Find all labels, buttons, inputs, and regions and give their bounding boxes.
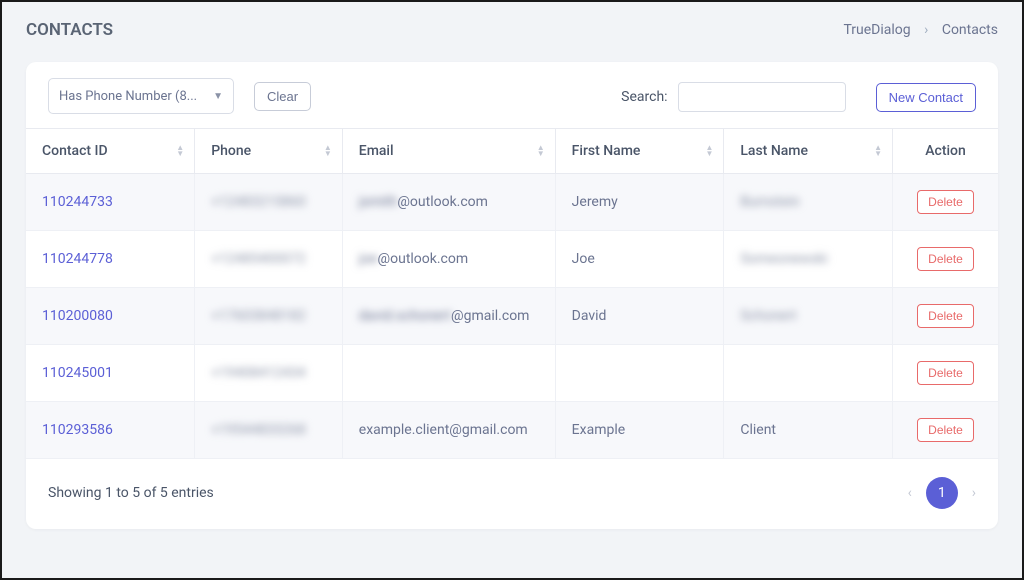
delete-button[interactable]: Delete	[917, 361, 974, 385]
cell-phone: +19544833268	[195, 402, 343, 459]
cell-first-name: Example	[555, 402, 724, 459]
clear-button[interactable]: Clear	[254, 82, 311, 111]
contact-id-link[interactable]: 110245001	[42, 365, 113, 381]
table-row: 110293586 +19544833268example.client@gmai…	[26, 402, 998, 459]
contacts-table: Contact ID ▲▼ Phone ▲▼ Email ▲▼ First Na…	[26, 128, 998, 459]
breadcrumb-root[interactable]: TrueDialog	[843, 22, 910, 38]
contacts-card: Search: New Contact Has Phone Number (8.…	[26, 62, 998, 529]
search-label: Search:	[621, 89, 667, 105]
search-input[interactable]	[678, 82, 846, 112]
contact-id-link[interactable]: 110244778	[42, 251, 113, 267]
th-phone[interactable]: Phone ▲▼	[195, 129, 343, 174]
cell-last-name: Client	[724, 402, 893, 459]
cell-phone: +12485400072	[195, 231, 343, 288]
contact-id-link[interactable]: 110293586	[42, 422, 113, 438]
new-contact-button[interactable]: New Contact	[876, 83, 976, 112]
pagination-next[interactable]: ›	[972, 485, 976, 501]
entries-info: Showing 1 to 5 of 5 entries	[48, 485, 214, 501]
sort-icon: ▲▼	[324, 145, 332, 157]
sort-icon: ▲▼	[176, 145, 184, 157]
cell-first-name	[555, 345, 724, 402]
contact-id-link[interactable]: 110200080	[42, 308, 113, 324]
filter-dropdown[interactable]: Has Phone Number (8... ▼	[48, 78, 234, 114]
th-first-name[interactable]: First Name ▲▼	[555, 129, 724, 174]
chevron-down-icon: ▼	[213, 91, 223, 102]
cell-last-name: Someonewski	[724, 231, 893, 288]
cell-email: david.schonert@gmail.com	[342, 288, 555, 345]
pagination: ‹ 1 ›	[908, 477, 976, 509]
cell-first-name: Jeremy	[555, 174, 724, 231]
table-row: 110244778 +12485400072joe@outlook.comJoeS…	[26, 231, 998, 288]
cell-last-name: Burnstein	[724, 174, 893, 231]
cell-phone: +17603848182	[195, 288, 343, 345]
pagination-page-1[interactable]: 1	[926, 477, 958, 509]
th-last-name[interactable]: Last Name ▲▼	[724, 129, 893, 174]
table-row: 110245001 +19408412434 Delete	[26, 345, 998, 402]
cell-first-name: Joe	[555, 231, 724, 288]
delete-button[interactable]: Delete	[917, 304, 974, 328]
delete-button[interactable]: Delete	[917, 418, 974, 442]
filter-dropdown-label: Has Phone Number (8...	[59, 89, 197, 104]
th-contact-id[interactable]: Contact ID ▲▼	[26, 129, 195, 174]
contact-id-link[interactable]: 110244733	[42, 194, 113, 210]
breadcrumb-current: Contacts	[942, 22, 998, 38]
sort-icon: ▲▼	[537, 145, 545, 157]
pagination-prev[interactable]: ‹	[908, 485, 912, 501]
sort-icon: ▲▼	[874, 145, 882, 157]
chevron-right-icon: ›	[924, 22, 928, 38]
cell-first-name: David	[555, 288, 724, 345]
cell-email	[342, 345, 555, 402]
cell-last-name: Schonert	[724, 288, 893, 345]
delete-button[interactable]: Delete	[917, 190, 974, 214]
page-title: CONTACTS	[26, 20, 113, 40]
sort-icon: ▲▼	[705, 145, 713, 157]
breadcrumb: TrueDialog › Contacts	[843, 22, 998, 38]
cell-email: example.client@gmail.com	[342, 402, 555, 459]
cell-email: jsmith@outlook.com	[342, 174, 555, 231]
th-action: Action	[893, 129, 998, 174]
cell-phone: +19408412434	[195, 345, 343, 402]
table-row: 110200080 +17603848182david.schonert@gmai…	[26, 288, 998, 345]
table-row: 110244733 +12483215860jsmith@outlook.comJ…	[26, 174, 998, 231]
cell-last-name	[724, 345, 893, 402]
delete-button[interactable]: Delete	[917, 247, 974, 271]
cell-phone: +12483215860	[195, 174, 343, 231]
th-email[interactable]: Email ▲▼	[342, 129, 555, 174]
cell-email: joe@outlook.com	[342, 231, 555, 288]
